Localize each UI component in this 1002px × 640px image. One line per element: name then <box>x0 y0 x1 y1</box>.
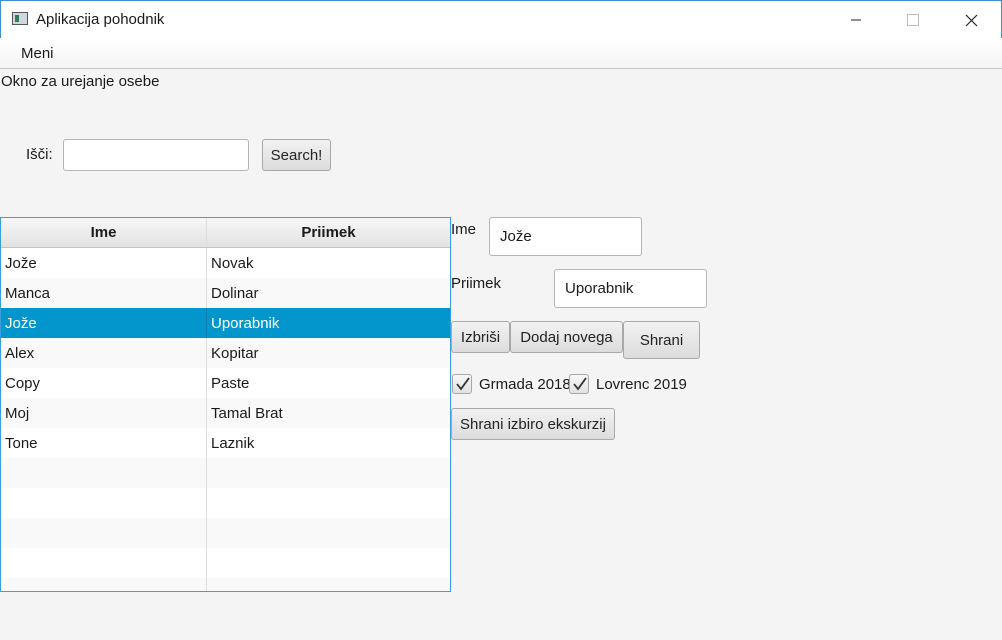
column-header-priimek[interactable]: Priimek <box>207 218 450 247</box>
table-row[interactable]: Moj Tamal Brat <box>1 398 450 428</box>
table-row[interactable]: Jože Novak <box>1 248 450 278</box>
cell-priimek: Kopitar <box>211 344 259 362</box>
search-label: Išči: <box>26 146 53 163</box>
search-button[interactable]: Search! <box>262 139 331 171</box>
minimize-icon <box>851 19 861 21</box>
ime-field[interactable]: Jože <box>489 217 642 256</box>
search-input[interactable] <box>63 139 249 171</box>
cell-ime: Jože <box>1 248 207 278</box>
cell-priimek: Dolinar <box>211 284 259 302</box>
cell-ime: Jože <box>1 308 207 338</box>
priimek-field[interactable]: Uporabnik <box>554 269 707 308</box>
cell-ime: Manca <box>1 278 207 308</box>
cell-priimek: Uporabnik <box>211 314 280 332</box>
delete-button[interactable]: Izbriši <box>451 321 510 353</box>
cell-ime: Moj <box>1 398 207 428</box>
cell-priimek: Paste <box>211 374 250 392</box>
minimize-button[interactable] <box>827 1 885 39</box>
cell-ime: Tone <box>1 428 207 458</box>
checkmark-icon <box>573 377 587 391</box>
table-header: Ime Priimek <box>1 218 450 248</box>
app-icon <box>12 12 28 25</box>
close-button[interactable] <box>942 1 1000 39</box>
menu-meni[interactable]: Meni <box>21 45 54 62</box>
save-excursions-button[interactable]: Shrani izbiro ekskurzij <box>451 408 615 440</box>
table-row-empty <box>1 458 450 488</box>
cell-priimek: Laznik <box>211 434 255 452</box>
grmada-label[interactable]: Grmada 2018 <box>479 376 571 393</box>
priimek-label: Priimek <box>451 275 502 292</box>
cell-ime: Alex <box>1 338 207 368</box>
checkmark-icon <box>456 377 470 391</box>
table-row-empty <box>1 548 450 578</box>
column-header-ime[interactable]: Ime <box>1 218 207 247</box>
cell-priimek: Tamal Brat <box>211 404 283 422</box>
maximize-button[interactable] <box>884 1 942 39</box>
table-row-empty <box>1 488 450 518</box>
lovrenc-label[interactable]: Lovrenc 2019 <box>596 376 687 393</box>
maximize-icon <box>907 14 919 26</box>
table-row[interactable]: Copy Paste <box>1 368 450 398</box>
save-button[interactable]: Shrani <box>623 321 700 359</box>
cell-priimek: Novak <box>211 254 254 272</box>
table-row-empty <box>1 518 450 548</box>
table-row-selected[interactable]: Jože Uporabnik <box>1 308 450 338</box>
add-new-button[interactable]: Dodaj novega <box>510 321 623 353</box>
ime-label: Ime <box>451 221 477 238</box>
title-bar: Aplikacija pohodnik <box>0 0 1002 38</box>
table-row[interactable]: Manca Dolinar <box>1 278 450 308</box>
close-icon <box>965 14 977 26</box>
table-row[interactable]: Alex Kopitar <box>1 338 450 368</box>
page-title: Okno za urejanje osebe <box>1 73 160 90</box>
table-row[interactable]: Tone Laznik <box>1 428 450 458</box>
grmada-checkbox[interactable] <box>452 374 472 394</box>
lovrenc-checkbox[interactable] <box>569 374 589 394</box>
menu-bar: Meni <box>0 38 1002 69</box>
table-row-empty <box>1 578 450 591</box>
persons-table[interactable]: Ime Priimek Jože Novak Manca Dolinar Jož… <box>0 217 451 592</box>
window-title: Aplikacija pohodnik <box>36 11 165 28</box>
cell-ime: Copy <box>1 368 207 398</box>
